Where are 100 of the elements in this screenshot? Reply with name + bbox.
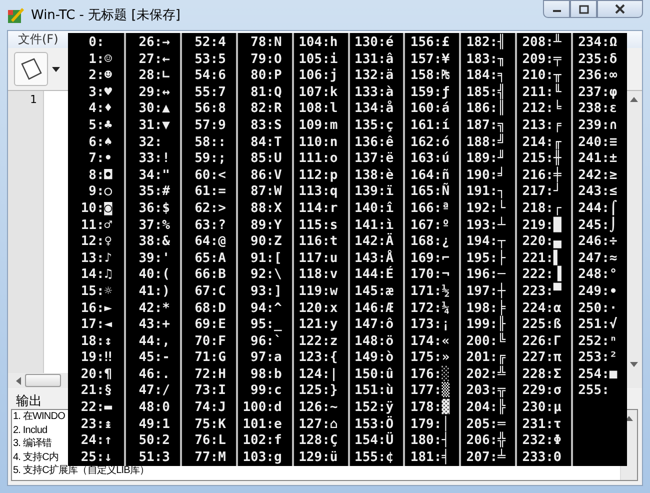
ascii-entry: 73:I <box>194 383 227 400</box>
ascii-entry: 194:┬ <box>466 234 507 250</box>
ascii-entry: 159:ƒ <box>410 84 451 102</box>
ascii-entry: 236:∞ <box>578 68 618 85</box>
ascii-entry: 156:£ <box>410 35 451 52</box>
ascii-entry: 186:║ <box>466 101 506 118</box>
ascii-entry: 108:l <box>298 101 339 118</box>
ascii-entry: 185:╣ <box>466 84 506 100</box>
ascii-entry: 199:╟ <box>466 317 507 332</box>
ascii-entry: 164:ñ <box>410 168 451 183</box>
ascii-entry: 123:{ <box>298 350 339 367</box>
ascii-entry: 137:ë <box>354 151 395 168</box>
ascii-entry: 147:ô <box>354 317 395 334</box>
ascii-entry: 237:φ <box>578 84 618 102</box>
ascii-entry: 165:Ñ <box>410 184 451 201</box>
ascii-entry: 177:▒ <box>410 383 451 399</box>
ascii-entry: 212:╘ <box>522 101 562 118</box>
ascii-entry: 179:│ <box>410 416 451 432</box>
ascii-entry: 215:╫ <box>522 151 562 166</box>
ascii-entry: 21:§ <box>80 383 114 400</box>
ascii-entry: 142:Ä <box>354 234 395 250</box>
ascii-entry: 29:↔ <box>138 84 172 102</box>
ascii-entry: 171:½ <box>410 284 451 300</box>
ascii-entry: 70:F <box>194 334 227 350</box>
ascii-entry: 110:n <box>298 134 339 152</box>
ascii-entry: 74:J <box>194 400 227 417</box>
ascii-entry: 250:· <box>578 300 618 317</box>
output-line: 1. 在WINDO <box>13 410 65 424</box>
ascii-entry: 35:# <box>138 184 172 201</box>
ascii-entry: 51:3 <box>138 450 172 466</box>
ascii-entry: 88:X <box>250 200 283 218</box>
ascii-entry: 141:ì <box>354 218 395 233</box>
ascii-entry: 38:& <box>138 234 172 251</box>
minimize-button[interactable] <box>543 0 570 18</box>
ascii-entry: 87:W <box>250 184 283 201</box>
ascii-entry: 206:╬ <box>466 433 507 448</box>
ascii-entry: 153:Ö <box>354 416 395 432</box>
output-line: 3. 编译错 <box>13 437 52 451</box>
ascii-entry: 44:, <box>138 334 172 350</box>
ascii-entry: 58:: <box>194 134 227 152</box>
ascii-entry: 66:B <box>194 267 227 284</box>
menu-item[interactable]: 文件(F) <box>14 31 62 48</box>
ascii-entry: 75:K <box>194 416 227 434</box>
caret-icon[interactable] <box>52 66 60 72</box>
ascii-entry: 12:♀ <box>80 234 114 251</box>
ascii-entry: 228:Σ <box>522 366 562 384</box>
ascii-entry: 208:╨ <box>522 35 562 52</box>
ascii-entry: 251:√ <box>578 317 618 334</box>
ascii-entry: 77:M <box>194 450 227 466</box>
ascii-entry: 47:/ <box>138 383 172 400</box>
maximize-button[interactable] <box>570 0 597 18</box>
scroll-left-icon[interactable] <box>16 376 21 384</box>
ascii-entry: 240:≡ <box>578 134 618 152</box>
scrollbar-thumb[interactable] <box>25 374 61 387</box>
ascii-entry: 97:a <box>250 350 283 367</box>
ascii-entry: 155:¢ <box>354 450 395 466</box>
window-title: Win-TC - 无标题 [未保存] <box>31 7 180 24</box>
ascii-entry: 10:◙ <box>80 200 114 218</box>
ascii-entry: 14:♫ <box>80 267 114 284</box>
ascii-entry: 17:◄ <box>80 317 114 334</box>
ascii-entry: 42:* <box>138 300 172 318</box>
ascii-entry: 232:Φ <box>522 433 562 450</box>
ascii-entry: 152:ÿ <box>354 400 395 416</box>
ascii-entry: 230:µ <box>522 400 562 417</box>
ascii-entry: 244:⌠ <box>578 200 618 216</box>
ascii-entry: 19:‼ <box>80 350 114 367</box>
ascii-entry: 107:k <box>298 84 339 102</box>
ascii-entry: 71:G <box>194 350 227 367</box>
ascii-entry: 149:ò <box>354 350 395 367</box>
ascii-entry: 79:O <box>250 52 283 68</box>
ascii-entry: 65:A <box>194 250 227 268</box>
ascii-entry: 82:R <box>250 101 283 118</box>
ascii-entry: 102:f <box>242 433 283 450</box>
ascii-entry: 15:☼ <box>80 284 114 300</box>
ascii-entry: 50:2 <box>138 433 172 450</box>
ascii-entry: 207:╧ <box>466 450 507 466</box>
ascii-entry: 182:╢ <box>466 35 506 52</box>
ascii-entry: 217:┘ <box>522 184 562 201</box>
ascii-entry: 119:w <box>298 284 339 300</box>
ascii-entry: 183:╖ <box>466 52 506 68</box>
ascii-entry: 104:h <box>298 35 339 52</box>
ascii-entry: 221:▌ <box>522 250 562 266</box>
scroll-down-icon[interactable] <box>630 362 638 367</box>
ascii-entry: 90:Z <box>250 234 283 251</box>
ascii-entry: 196:─ <box>466 267 506 282</box>
ascii-entry: 39:' <box>138 250 172 268</box>
ascii-entry: 209:╤ <box>522 52 562 68</box>
ascii-entry: 25:↓ <box>80 450 114 466</box>
ascii-entry: 113:q <box>298 184 339 201</box>
output-line: 2. Includ <box>13 424 48 438</box>
ascii-entry: 162:ó <box>410 134 451 152</box>
ascii-entry: 130:é <box>354 35 395 52</box>
ascii-entry: 187:╗ <box>466 118 506 134</box>
ascii-entry: 145:æ <box>354 284 395 300</box>
ascii-entry: 180:┤ <box>410 433 451 448</box>
ascii-entry: 101:e <box>242 416 283 434</box>
ascii-entry: 32: <box>138 134 164 152</box>
close-button[interactable] <box>597 0 643 18</box>
ascii-entry: 9:○ <box>88 184 114 201</box>
new-file-button[interactable] <box>14 52 48 86</box>
